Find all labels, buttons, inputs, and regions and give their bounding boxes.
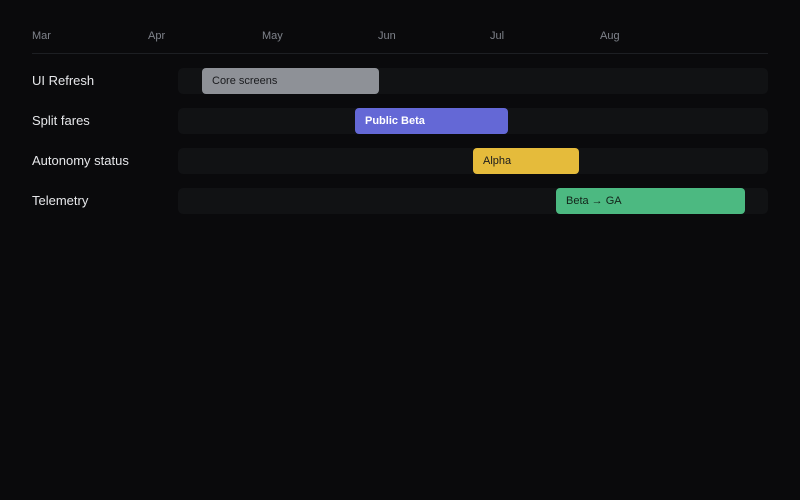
row-track: Core screens [178, 68, 768, 94]
row-track: Beta → GA [178, 188, 768, 214]
roadmap-row-telemetry: Telemetry Beta → GA [0, 188, 800, 214]
month-header: Mar Apr May Jun Jul Aug [0, 0, 800, 54]
roadmap-row-autonomy-status: Autonomy status Alpha [0, 148, 800, 174]
roadmap-row-split-fares: Split fares Public Beta [0, 108, 800, 134]
month-label-jun: Jun [378, 30, 396, 42]
row-label: Telemetry [32, 193, 89, 208]
header-divider [32, 53, 768, 54]
month-label-aug: Aug [600, 30, 620, 42]
timeline-bar-alpha[interactable]: Alpha [473, 148, 579, 174]
bar-label: Alpha [483, 155, 512, 167]
month-label-may: May [262, 30, 283, 42]
roadmap-timeline: Mar Apr May Jun Jul Aug UI Refresh Core … [0, 0, 800, 500]
month-label-apr: Apr [148, 30, 166, 42]
month-label-mar: Mar [32, 30, 51, 42]
timeline-bar-public-beta[interactable]: Public Beta [355, 108, 508, 134]
row-label: Autonomy status [32, 153, 129, 168]
bar-label: Beta → GA [566, 195, 622, 207]
bar-label: Core screens [212, 75, 278, 87]
timeline-bar-core-screens[interactable]: Core screens [202, 68, 379, 94]
row-label: Split fares [32, 113, 90, 128]
timeline-bar-beta-to-ga[interactable]: Beta → GA [556, 188, 745, 214]
roadmap-row-ui-refresh: UI Refresh Core screens [0, 68, 800, 94]
bar-label: Public Beta [365, 115, 425, 127]
row-label: UI Refresh [32, 73, 95, 88]
month-label-jul: Jul [490, 30, 505, 42]
row-track: Public Beta [178, 108, 768, 134]
row-track: Alpha [178, 148, 768, 174]
